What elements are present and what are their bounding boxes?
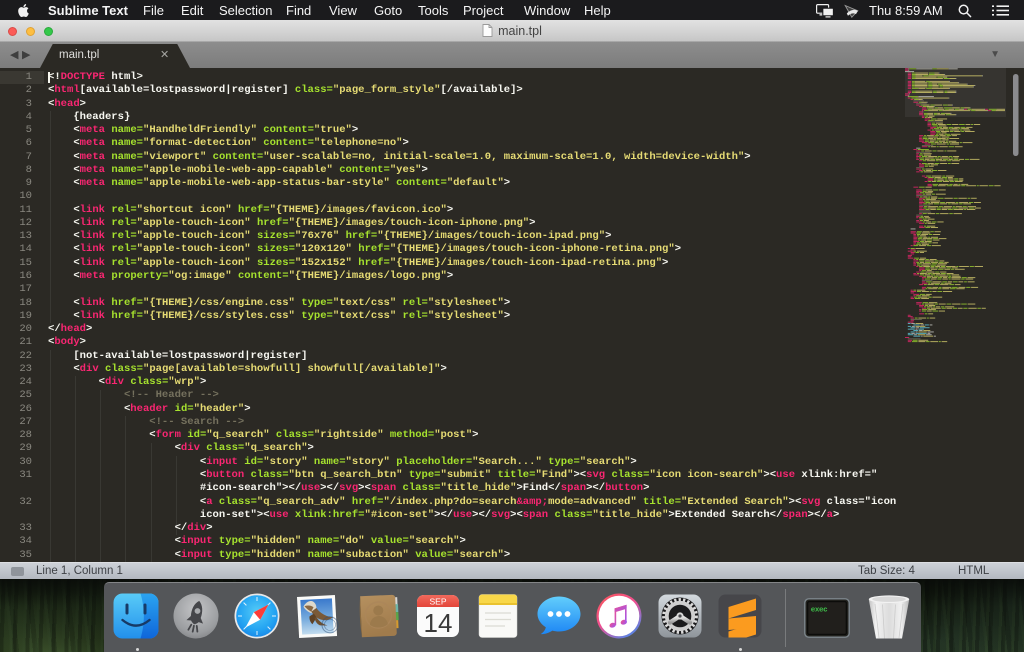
svg-text:exec: exec [811, 607, 828, 615]
svg-text:SEP: SEP [429, 597, 446, 607]
svg-text:14: 14 [424, 608, 453, 638]
